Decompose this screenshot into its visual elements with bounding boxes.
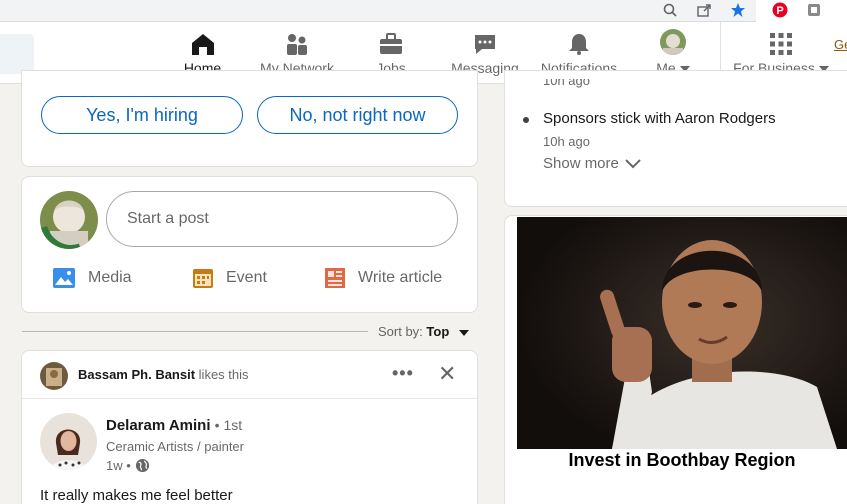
author-name: Delaram Amini	[106, 417, 211, 434]
search-icon[interactable]	[662, 2, 678, 18]
svg-text:P: P	[776, 5, 783, 17]
write-article-label: Write article	[358, 269, 443, 286]
yes-hiring-button[interactable]: Yes, I'm hiring	[41, 96, 243, 134]
ad-caption[interactable]: Invest in Boothbay Region	[505, 450, 847, 471]
briefcase-icon	[380, 33, 402, 54]
author-headline: Ceramic Artists / painter	[106, 439, 244, 454]
extension-icon[interactable]	[806, 2, 822, 18]
image-icon	[53, 268, 75, 288]
event-button[interactable]: Event	[192, 267, 267, 289]
article-icon	[325, 268, 345, 288]
hiring-card: Yes, I'm hiring No, not right now	[21, 70, 478, 167]
bullet-icon	[523, 117, 529, 123]
chevron-down-icon	[458, 329, 469, 336]
social-action-text: Bassam Ph. Bansit likes this	[78, 367, 249, 382]
bell-icon	[569, 34, 589, 55]
more-options-icon[interactable]: •••	[392, 363, 414, 384]
calendar-icon	[193, 269, 213, 288]
news-time: 10h ago	[543, 134, 590, 149]
ad-image[interactable]	[517, 217, 847, 449]
media-button[interactable]: Media	[52, 267, 132, 289]
share-box: Start a post Media Event Write article	[21, 176, 478, 313]
news-card: 10h ago Sponsors stick with Aaron Rodger…	[504, 70, 847, 207]
avatar[interactable]	[40, 362, 68, 390]
chevron-down-icon	[625, 158, 641, 168]
news-time-partial: 10h ago	[543, 79, 590, 88]
home-icon	[191, 34, 214, 55]
liker-name[interactable]: Bassam Ph. Bansit	[78, 367, 195, 382]
post-time: 1w •	[106, 458, 131, 473]
write-article-button[interactable]: Write article	[324, 267, 442, 289]
liker-action: likes this	[198, 367, 249, 382]
connection-degree: • 1st	[214, 417, 243, 433]
sort-divider	[22, 331, 368, 332]
not-hiring-button[interactable]: No, not right now	[257, 96, 458, 134]
show-more-label: Show more	[543, 155, 619, 172]
pinterest-icon[interactable]: P	[772, 2, 788, 18]
media-label: Media	[88, 269, 132, 286]
start-post-input[interactable]: Start a post	[106, 191, 458, 247]
globe-icon	[135, 458, 149, 473]
sort-prefix: Sort by:	[378, 324, 423, 339]
share-icon[interactable]	[696, 2, 712, 18]
bookmark-star-icon[interactable]	[730, 2, 746, 18]
sort-dropdown[interactable]: Sort by: Top	[378, 324, 469, 339]
chat-icon	[475, 35, 495, 54]
post-timestamp: 1w •	[106, 458, 150, 473]
search-bar[interactable]	[0, 34, 34, 74]
avatar[interactable]	[40, 191, 98, 249]
post-author[interactable]: Delaram Amini • 1st	[106, 417, 242, 434]
post-body: It really makes me feel better	[40, 487, 233, 504]
avatar[interactable]	[40, 413, 97, 470]
premium-link[interactable]: Ge	[834, 37, 847, 52]
post-social-header: Bassam Ph. Bansit likes this ••• ✕	[22, 351, 477, 399]
show-more-button[interactable]: Show more	[543, 155, 641, 172]
close-icon[interactable]: ✕	[438, 361, 456, 387]
grid-icon	[770, 33, 792, 55]
avatar	[660, 29, 686, 55]
network-icon	[287, 34, 307, 55]
feed-post: Bassam Ph. Bansit likes this ••• ✕ Delar…	[21, 350, 478, 504]
browser-toolbar: P	[0, 0, 847, 22]
ad-card[interactable]: Invest in Boothbay Region	[504, 215, 847, 504]
sort-value: Top	[426, 324, 450, 339]
event-label: Event	[226, 269, 267, 286]
news-title: Sponsors stick with Aaron Rodgers	[543, 110, 776, 127]
